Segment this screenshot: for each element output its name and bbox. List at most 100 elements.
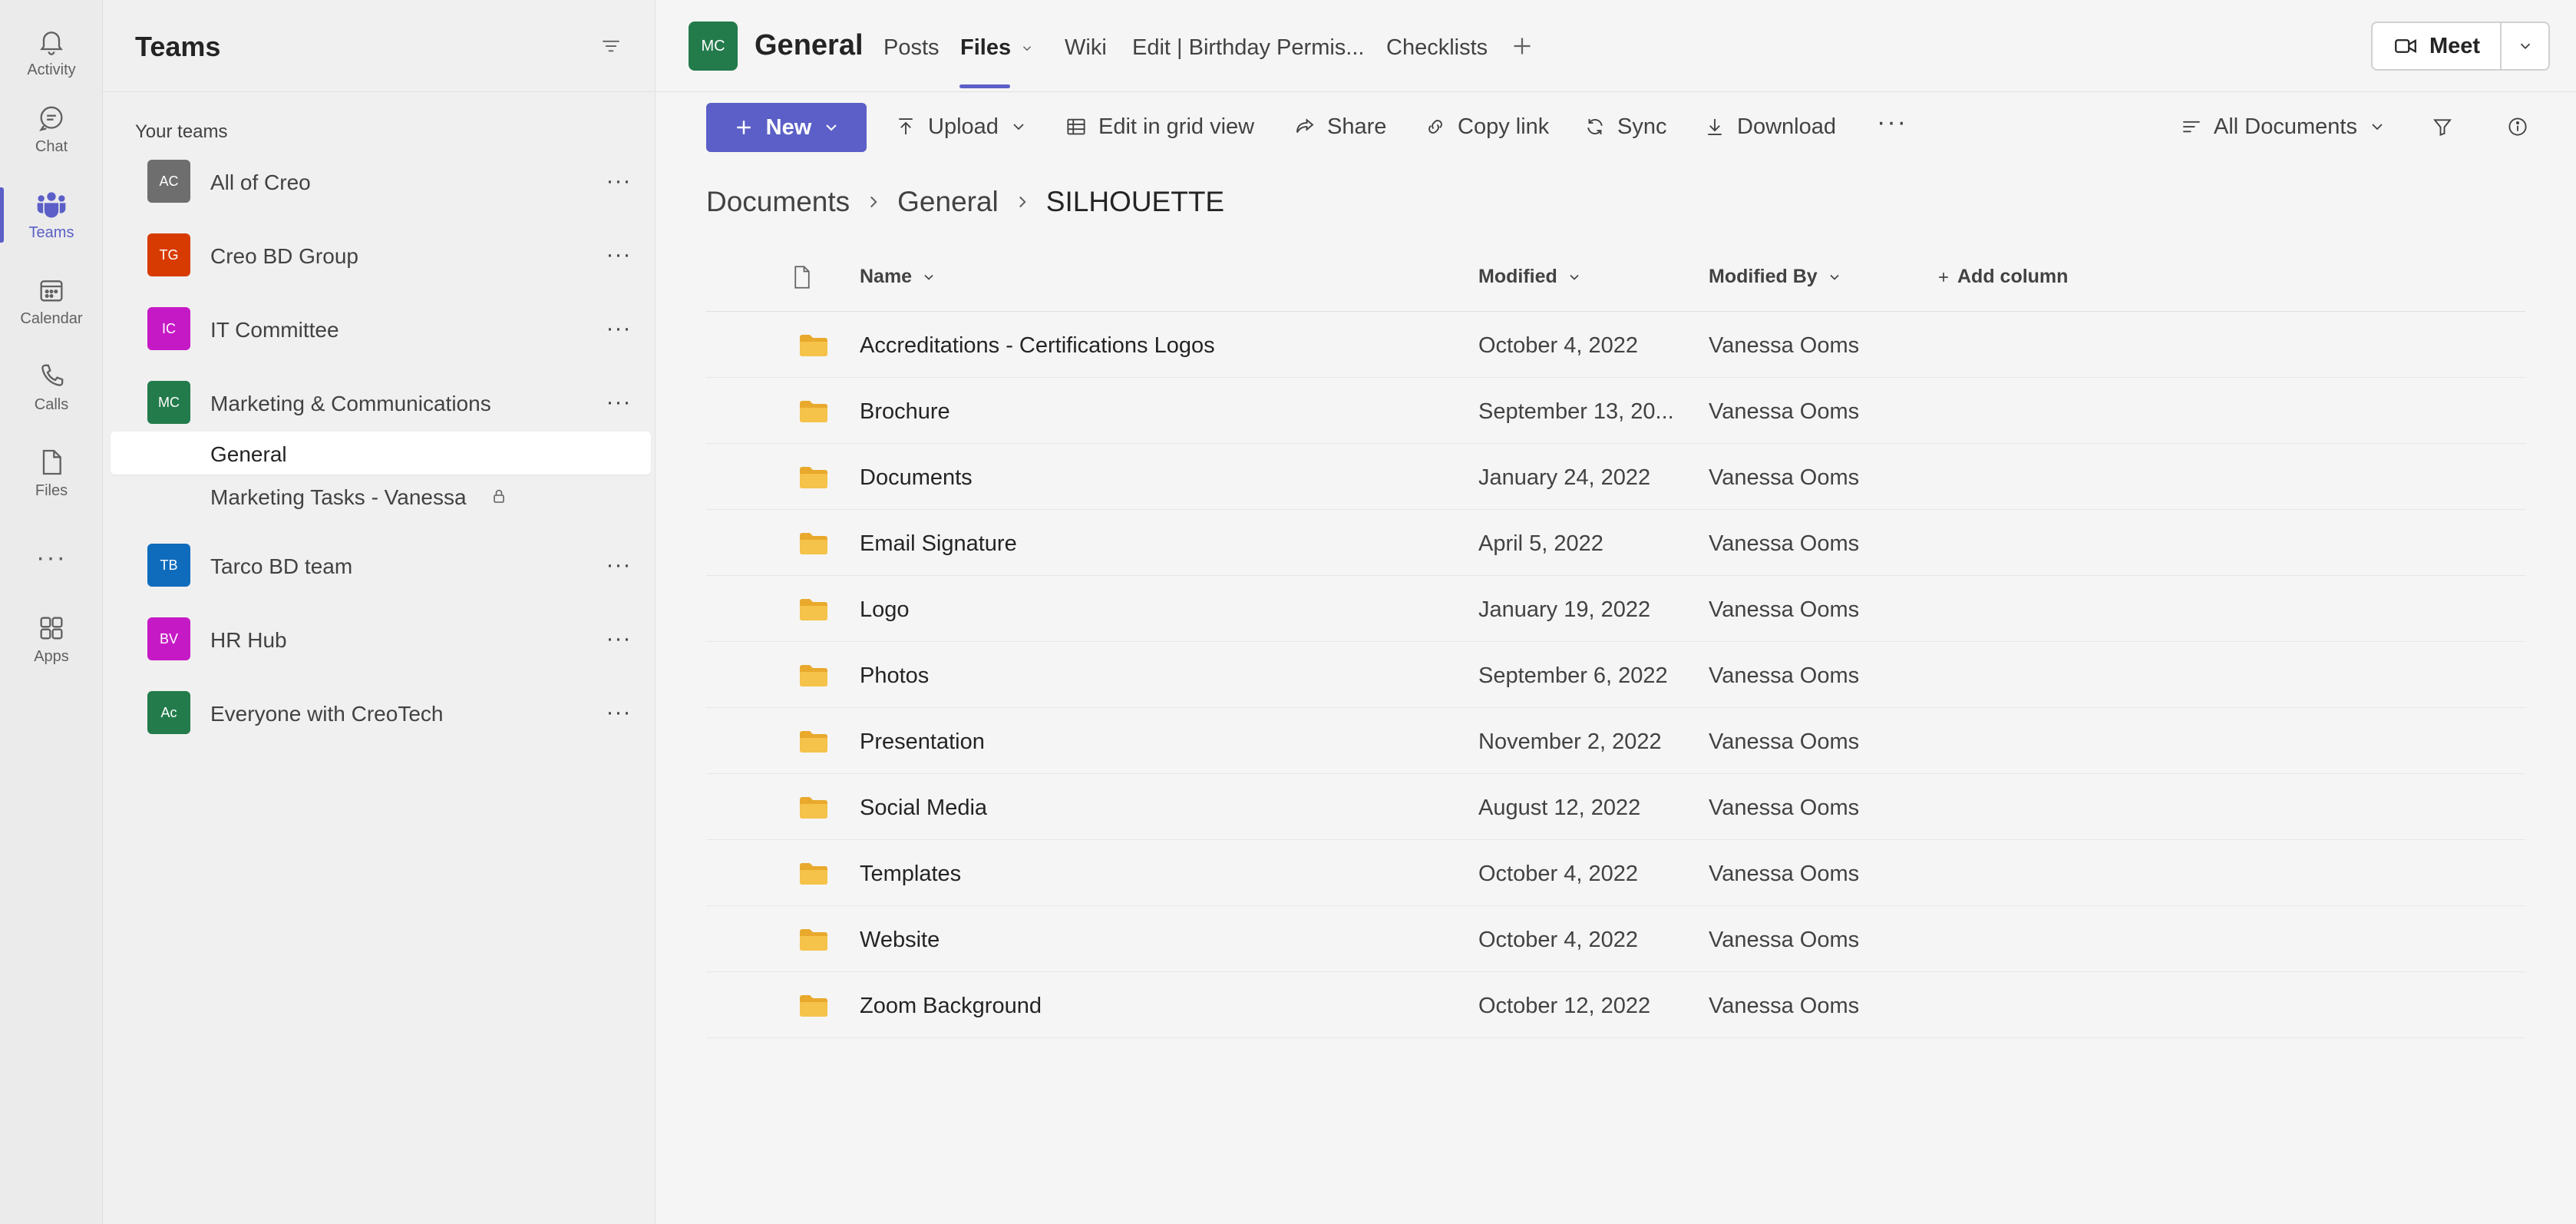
team-row[interactable]: IC IT Committee ··· [111, 293, 648, 355]
table-row[interactable]: Zoom Background October 12, 2022 Vanessa O… [706, 972, 2525, 1038]
new-button[interactable]: New [706, 103, 867, 152]
file-name-link[interactable]: Accreditations - Certifications Logos [860, 333, 1215, 359]
tab-files[interactable]: Files [960, 35, 1034, 61]
modified-by: Vanessa Ooms [1709, 729, 1860, 754]
table-row[interactable]: Templates October 4, 2022 Vanessa Ooms [706, 840, 2525, 906]
upload-button[interactable]: Upload [894, 103, 1028, 151]
team-more-options-button[interactable]: ··· [602, 387, 636, 418]
channel-item-marketing-tasks[interactable]: Marketing Tasks - Vanessa [111, 475, 651, 518]
folder-icon [798, 729, 829, 754]
download-button[interactable]: Download [1703, 103, 1836, 151]
team-row[interactable]: Ac Everyone with CreoTech ··· [111, 677, 648, 739]
tab-edit-birthday[interactable]: Edit | Birthday Permis... [1132, 35, 1364, 61]
breadcrumb-item-documents[interactable]: Documents [706, 186, 850, 218]
column-header-modified-by[interactable]: Modified By [1709, 266, 1842, 288]
add-tab-button[interactable] [1508, 32, 1536, 60]
column-header-modified[interactable]: Modified [1478, 266, 1582, 288]
upload-icon [899, 118, 913, 134]
your-teams-label: Your teams [135, 121, 228, 142]
file-name-link[interactable]: Social Media [860, 796, 987, 821]
team-row[interactable]: MC Marketing & Communications ··· [111, 367, 648, 428]
team-more-options-button[interactable]: ··· [602, 697, 636, 728]
details-pane-button[interactable] [2506, 103, 2529, 151]
team-more-options-button[interactable]: ··· [602, 550, 636, 581]
edit-grid-view-button[interactable]: Edit in grid view [1065, 103, 1254, 151]
file-name-link[interactable]: Zoom Background [860, 994, 1042, 1019]
column-header-name[interactable]: Name [860, 266, 936, 288]
rail-item-activity[interactable]: Activity [0, 14, 103, 91]
main-content: MC General Posts Files Wiki Edit | Birth… [656, 0, 2576, 1224]
chevron-down-icon [1013, 124, 1024, 131]
team-more-options-button[interactable]: ··· [602, 240, 636, 270]
file-name-link[interactable]: Presentation [860, 729, 985, 755]
rail-item-calendar[interactable]: Calendar [0, 263, 103, 339]
tab-posts[interactable]: Posts [883, 35, 940, 61]
team-row[interactable]: AC All of Creo ··· [111, 146, 648, 207]
team-more-options-button[interactable]: ··· [602, 624, 636, 654]
chevron-down-icon [1570, 274, 1579, 280]
filter-button[interactable] [2431, 103, 2454, 151]
share-icon [1296, 118, 1314, 133]
lock-icon [490, 487, 508, 505]
team-row[interactable]: TB Tarco BD team ··· [111, 530, 648, 591]
filter-teams-button[interactable] [597, 32, 625, 60]
modified-by: Vanessa Ooms [1709, 399, 1860, 424]
more-apps-button[interactable]: ··· [0, 542, 103, 573]
table-row[interactable]: Social Media August 12, 2022 Vanessa Ooms [706, 774, 2525, 840]
channel-item-general[interactable]: General [111, 432, 651, 475]
file-name-link[interactable]: Photos [860, 663, 929, 689]
file-name-link[interactable]: Logo [860, 597, 910, 623]
add-column-button[interactable]: Add column [1936, 266, 2068, 288]
table-row[interactable]: Logo January 19, 2022 Vanessa Ooms [706, 576, 2525, 642]
team-avatar: TB [147, 544, 190, 587]
copy-link-label: Copy link [1458, 114, 1550, 139]
rail-item-chat[interactable]: Chat [0, 91, 103, 167]
file-type-header-icon[interactable] [791, 264, 814, 290]
table-row[interactable]: Presentation November 2, 2022 Vanessa Ooms [706, 708, 2525, 774]
team-row[interactable]: TG Creo BD Group ··· [111, 220, 648, 281]
chevron-down-icon [924, 274, 933, 280]
table-row[interactable]: Email Signature April 5, 2022 Vanessa Ooms [706, 510, 2525, 576]
table-row[interactable]: Photos September 6, 2022 Vanessa Ooms [706, 642, 2525, 708]
rail-item-files[interactable]: Files [0, 435, 103, 511]
meet-button[interactable]: Meet [2373, 23, 2500, 69]
table-row[interactable]: Documents January 24, 2022 Vanessa Ooms [706, 444, 2525, 510]
sync-button[interactable]: Sync [1584, 103, 1666, 151]
rail-item-apps[interactable]: Apps [0, 600, 103, 677]
rail-item-calls[interactable]: Calls [0, 349, 103, 425]
rail-label: Calendar [20, 309, 83, 327]
file-name-link[interactable]: Email Signature [860, 531, 1017, 557]
breadcrumb-item-general[interactable]: General [897, 186, 999, 218]
file-name-link[interactable]: Brochure [860, 399, 950, 425]
team-row[interactable]: BV HR Hub ··· [111, 604, 648, 665]
team-more-options-button[interactable]: ··· [602, 166, 636, 197]
file-name-link[interactable]: Documents [860, 465, 973, 491]
table-row[interactable]: Accreditations - Certifications Logos Oct… [706, 312, 2525, 378]
file-name-link[interactable]: Templates [860, 862, 961, 887]
copy-link-button[interactable]: Copy link [1424, 103, 1549, 151]
grid-table-icon [1067, 118, 1085, 135]
share-label: Share [1327, 114, 1387, 139]
modified-date: October 4, 2022 [1478, 333, 1638, 358]
team-avatar: BV [147, 617, 190, 660]
file-name-link[interactable]: Website [860, 928, 940, 953]
tab-wiki[interactable]: Wiki [1065, 35, 1107, 61]
share-button[interactable]: Share [1293, 103, 1386, 151]
team-more-options-button[interactable]: ··· [602, 313, 636, 344]
team-avatar: Ac [147, 691, 190, 734]
meet-label: Meet [2429, 33, 2481, 58]
file-icon [42, 449, 61, 475]
table-row[interactable]: Website October 4, 2022 Vanessa Ooms [706, 906, 2525, 972]
more-commands-button[interactable]: ··· [1877, 108, 1907, 137]
view-selector[interactable]: All Documents [2180, 103, 2386, 151]
rail-label: Calls [34, 395, 69, 413]
sync-label: Sync [1617, 114, 1667, 139]
meet-options-button[interactable] [2502, 23, 2548, 69]
team-name: Creo BD Group [210, 244, 358, 268]
tab-checklists[interactable]: Checklists [1386, 35, 1488, 61]
folder-icon [798, 399, 829, 424]
rail-item-teams[interactable]: Teams [0, 177, 103, 253]
table-row[interactable]: Brochure September 13, 20... Vanessa Ooms [706, 378, 2525, 444]
folder-icon [798, 862, 829, 886]
meet-split-button: Meet [2371, 22, 2550, 71]
